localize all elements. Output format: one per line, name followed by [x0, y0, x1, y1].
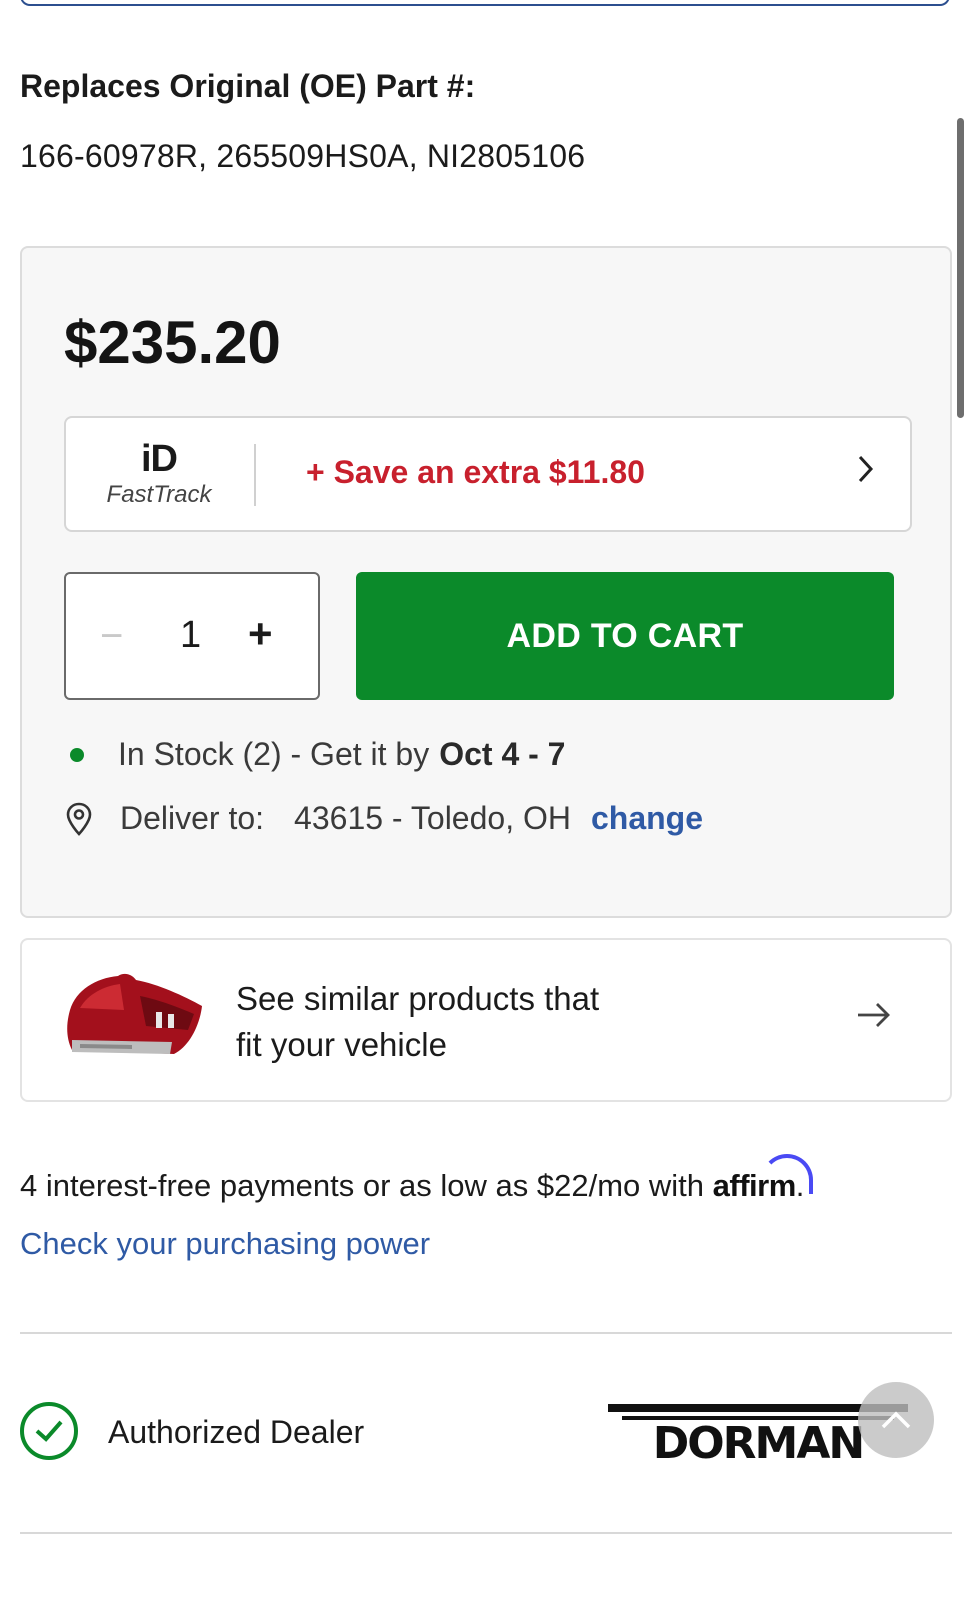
back-to-top-button[interactable]	[858, 1382, 934, 1458]
tail-light-thumbnail	[67, 973, 202, 1054]
quantity-increase-button[interactable]: +	[248, 610, 273, 658]
delivery-date: Oct 4 - 7	[439, 736, 566, 772]
quantity-decrease-button[interactable]: −	[100, 614, 123, 659]
oe-part-numbers: 166-60978R, 265509HS0A, NI2805106	[20, 138, 586, 174]
deliver-to-label: Deliver to:	[120, 800, 265, 836]
affirm-arc-icon	[760, 1154, 813, 1194]
add-to-cart-button[interactable]: ADD TO CART	[356, 572, 894, 700]
affirm-financing-text: 4 interest-free payments or as low as $2…	[20, 1154, 813, 1204]
fasttrack-promo-button[interactable]: iD FastTrack + Save an extra $11.80	[64, 416, 912, 532]
stock-text: In Stock (2) - Get it by	[118, 736, 430, 772]
deliver-to-location: 43615 - Toledo, OH	[294, 800, 571, 836]
in-stock-dot-icon	[70, 747, 84, 762]
quantity-value[interactable]: 1	[180, 614, 201, 657]
quantity-stepper: − 1 +	[64, 572, 320, 700]
fasttrack-divider	[254, 444, 256, 506]
check-circle-icon	[20, 1402, 78, 1460]
check-purchasing-power-link[interactable]: Check your purchasing power	[20, 1226, 430, 1262]
authorized-dealer-label: Authorized Dealer	[108, 1414, 365, 1450]
product-price: $235.20	[64, 309, 281, 376]
fasttrack-save-text: + Save an extra $11.80	[306, 454, 645, 490]
affirm-logo: affirm	[713, 1154, 813, 1203]
price-card: $235.20 iD FastTrack + Save an extra $11…	[20, 246, 952, 918]
change-location-link[interactable]: change	[591, 800, 703, 837]
search-box-edge	[20, 0, 950, 6]
similar-products-line1: See similar products that	[236, 980, 600, 1017]
svg-text:DORMAN: DORMAN	[653, 1418, 863, 1464]
stock-status: In Stock (2) - Get it by Oct 4 - 7	[70, 736, 565, 773]
fasttrack-logo-id: iD	[141, 438, 178, 480]
similar-products-card[interactable]: See similar products that fit your vehic…	[20, 938, 952, 1102]
divider	[20, 1532, 952, 1534]
similar-products-line2: fit your vehicle	[236, 1026, 447, 1063]
location-pin-icon	[66, 802, 92, 836]
affirm-payment-text: 4 interest-free payments or as low as $2…	[20, 1168, 713, 1203]
arrow-right-icon	[856, 994, 892, 1039]
oe-part-title: Replaces Original (OE) Part #:	[20, 68, 476, 104]
delivery-location: Deliver to: 43615 - Toledo, OH change	[66, 800, 703, 837]
fasttrack-logo: iD FastTrack	[104, 438, 214, 514]
chevron-right-icon	[856, 452, 876, 495]
similar-products-text: See similar products that fit your vehic…	[236, 976, 599, 1068]
divider	[20, 1332, 952, 1334]
fasttrack-logo-text: FastTrack	[106, 481, 212, 508]
chevron-up-icon	[881, 1411, 911, 1429]
page-scrollbar[interactable]	[957, 118, 964, 418]
